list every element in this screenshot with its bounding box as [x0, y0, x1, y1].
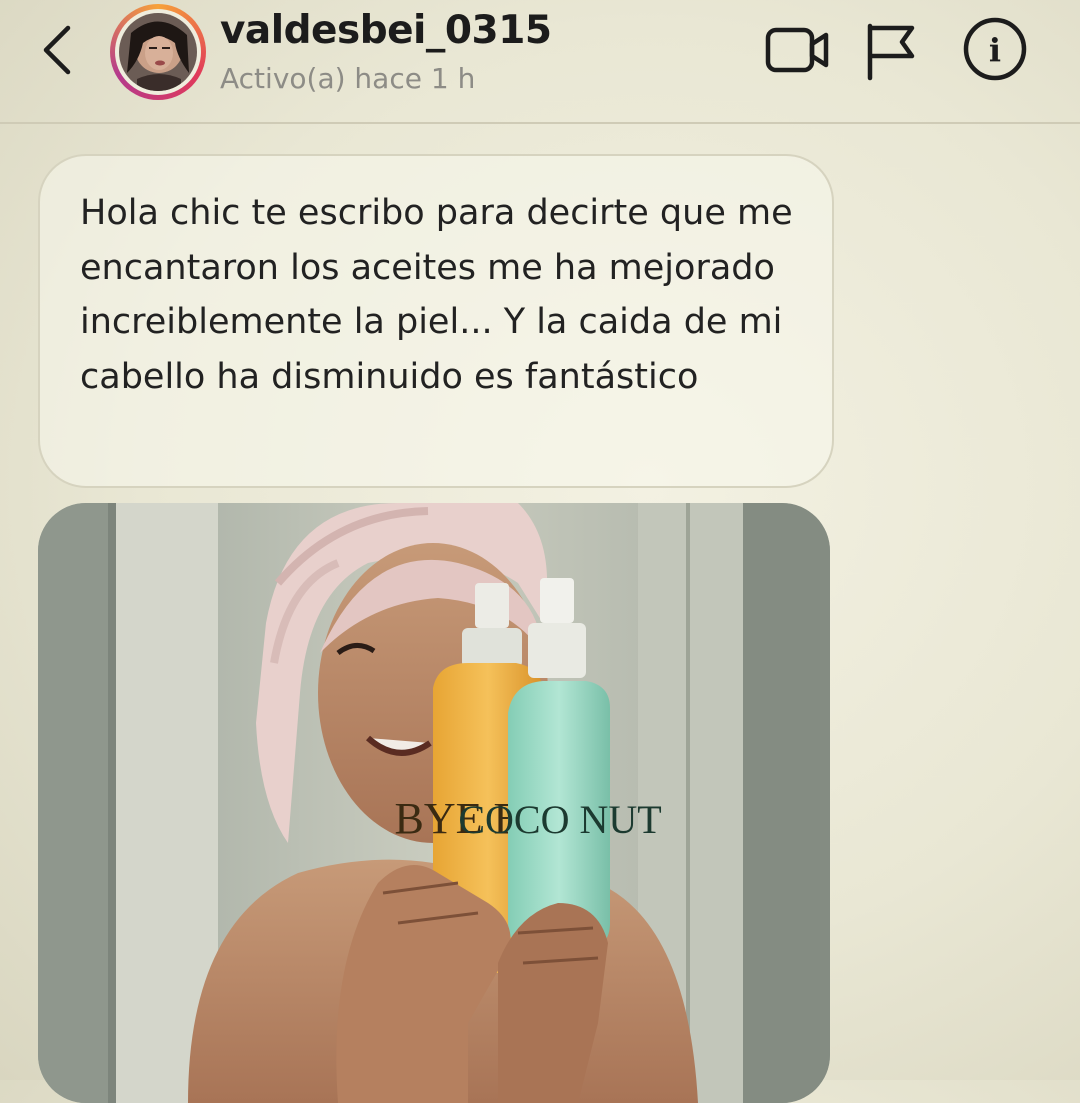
- info-icon[interactable]: i: [962, 16, 1028, 82]
- flag-icon[interactable]: [864, 18, 920, 82]
- active-status: Activo(a) hace 1 h: [220, 62, 476, 95]
- avatar[interactable]: [110, 4, 206, 100]
- chat-username[interactable]: valdesbei_0315: [220, 8, 552, 53]
- video-camera-icon[interactable]: [764, 18, 832, 82]
- chat-header: valdesbei_0315 Activo(a) hace 1 h i: [0, 0, 1080, 124]
- message-photo[interactable]: BYE BYE COCO NUT: [38, 503, 830, 1103]
- avatar-photo: [119, 13, 197, 91]
- message-bubble[interactable]: Hola chic te escribo para decirte que me…: [38, 154, 834, 488]
- chevron-left-icon[interactable]: [36, 22, 86, 78]
- bottle-right-label: COCO NUT: [458, 797, 661, 842]
- info-glyph: i: [989, 31, 1001, 69]
- message-text: Hola chic te escribo para decirte que me…: [80, 193, 793, 397]
